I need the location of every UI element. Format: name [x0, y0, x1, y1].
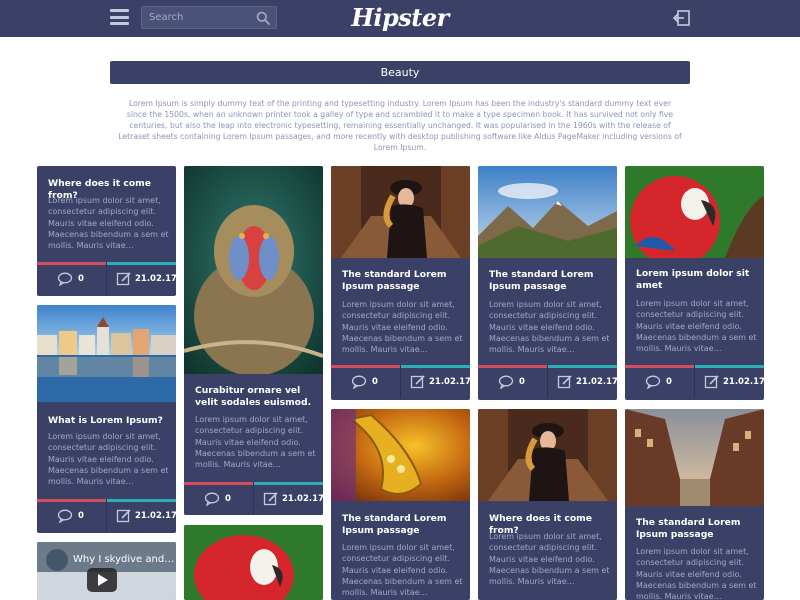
comments-button[interactable]: 0: [478, 365, 547, 398]
edit-button[interactable]: 21.02.17: [401, 365, 470, 398]
card-excerpt: Lorem ipsum dolor sit amet, consectetur …: [489, 532, 610, 587]
edit-icon: [263, 492, 278, 506]
comment-icon: [204, 492, 220, 506]
card-title[interactable]: The standard Lorem Ipsum passage: [342, 513, 462, 537]
edit-icon: [557, 375, 572, 389]
card-image[interactable]: [625, 409, 764, 506]
edit-icon: [410, 375, 425, 389]
card-excerpt: Lorem ipsum dolor sit amet, consectetur …: [636, 299, 757, 354]
mountains-image: [478, 166, 617, 258]
post-card[interactable]: The standard Lorem Ipsum passage Lorem i…: [625, 409, 764, 600]
post-card[interactable]: Curabitur ornare vel velit sodales euism…: [184, 166, 323, 515]
parrot-image: [625, 166, 764, 258]
comments-button[interactable]: 0: [625, 365, 694, 398]
card-title[interactable]: Lorem ipsum dolor sit amet: [636, 268, 756, 292]
post-card[interactable]: Lorem ipsum dolor sit amet Lorem ipsum d…: [625, 166, 764, 400]
post-card[interactable]: What is Lorem Ipsum? Lorem ipsum dolor s…: [37, 305, 176, 533]
woman-staircase-image: [478, 409, 617, 501]
logo[interactable]: Hipster: [330, 1, 470, 35]
card-excerpt: Lorem ipsum dolor sit amet, consectetur …: [195, 415, 316, 470]
card-excerpt: Lorem ipsum dolor sit amet, consectetur …: [342, 300, 463, 355]
top-bar: Hipster: [0, 0, 800, 37]
edit-button[interactable]: 21.02.17: [107, 499, 176, 532]
lake-town-image: [37, 305, 176, 402]
comments-button[interactable]: 0: [37, 499, 106, 532]
card-image[interactable]: [331, 166, 470, 258]
card-image[interactable]: [331, 409, 470, 501]
comment-icon: [498, 375, 514, 389]
card-title[interactable]: The standard Lorem Ipsum passage: [489, 269, 609, 293]
menu-icon[interactable]: [110, 9, 129, 25]
card-excerpt: Lorem ipsum dolor sit amet, consectetur …: [489, 300, 610, 355]
edit-button[interactable]: 21.02.17: [254, 482, 323, 515]
comment-count: 0: [372, 377, 378, 387]
card-footer: 0 21.02.17: [331, 365, 470, 398]
edit-icon: [116, 509, 131, 523]
video-card[interactable]: Why I skydive and…: [37, 542, 176, 600]
card-image[interactable]: [478, 166, 617, 258]
canal-buildings-image: [625, 409, 764, 506]
post-date: 21.02.17: [429, 377, 470, 387]
search-box[interactable]: [141, 6, 277, 29]
post-card[interactable]: The standard Lorem Ipsum passage Lorem i…: [478, 166, 617, 400]
card-image[interactable]: [37, 305, 176, 402]
category-bar: Beauty: [110, 61, 690, 84]
edit-button[interactable]: 21.02.17: [107, 262, 176, 295]
post-card[interactable]: The standard Lorem Ipsum passage Lorem i…: [331, 166, 470, 400]
card-footer: 0 21.02.17: [37, 499, 176, 532]
card-image[interactable]: [625, 166, 764, 258]
edit-button[interactable]: 21.02.17: [548, 365, 617, 398]
comments-button[interactable]: 0: [37, 262, 106, 295]
saxophone-image: [331, 409, 470, 501]
card-footer: 0 21.02.17: [478, 365, 617, 398]
card-footer: 0 21.02.17: [184, 482, 323, 515]
card-title[interactable]: What is Lorem Ipsum?: [48, 415, 168, 427]
post-card[interactable]: [184, 525, 323, 600]
comment-count: 0: [78, 274, 84, 284]
card-title[interactable]: The standard Lorem Ipsum passage: [342, 269, 462, 293]
edit-icon: [704, 375, 719, 389]
comment-count: 0: [519, 377, 525, 387]
comments-button[interactable]: 0: [331, 365, 400, 398]
intro-text: Lorem Ipsum is simply dummy text of the …: [118, 99, 682, 152]
comment-icon: [645, 375, 661, 389]
post-date: 21.02.17: [135, 274, 176, 284]
post-date: 21.02.17: [135, 511, 176, 521]
post-card[interactable]: Where does it come from? Lorem ipsum dol…: [478, 409, 617, 600]
comment-count: 0: [78, 511, 84, 521]
comment-icon: [351, 375, 367, 389]
video-title[interactable]: Why I skydive and…: [73, 554, 174, 565]
card-excerpt: Lorem ipsum dolor sit amet, consectetur …: [48, 432, 169, 487]
comment-count: 0: [666, 377, 672, 387]
card-excerpt: Lorem ipsum dolor sit amet, consectetur …: [48, 196, 169, 251]
search-icon[interactable]: [256, 11, 270, 25]
edit-button[interactable]: 21.02.17: [695, 365, 764, 398]
search-input[interactable]: [149, 10, 253, 25]
card-footer: 0 21.02.17: [625, 365, 764, 398]
card-image[interactable]: [184, 166, 323, 374]
woman-staircase-image: [331, 166, 470, 258]
card-title[interactable]: Curabitur ornare vel velit sodales euism…: [195, 385, 315, 409]
mandrill-image: [184, 166, 323, 374]
comment-icon: [57, 272, 73, 286]
post-date: 21.02.17: [576, 377, 617, 387]
card-footer: 0 21.02.17: [37, 262, 176, 295]
post-card[interactable]: The standard Lorem Ipsum passage Lorem i…: [331, 409, 470, 600]
comments-button[interactable]: 0: [184, 482, 253, 515]
post-date: 21.02.17: [282, 494, 323, 504]
post-date: 21.02.17: [723, 377, 764, 387]
post-card[interactable]: Where does it come from? Lorem ipsum dol…: [37, 166, 176, 296]
card-image[interactable]: [478, 409, 617, 501]
play-icon[interactable]: [87, 568, 117, 592]
comment-count: 0: [225, 494, 231, 504]
comment-icon: [57, 509, 73, 523]
parrot-image[interactable]: [184, 525, 323, 600]
edit-icon: [116, 272, 131, 286]
card-excerpt: Lorem ipsum dolor sit amet, consectetur …: [342, 543, 463, 598]
card-excerpt: Lorem ipsum dolor sit amet, consectetur …: [636, 547, 757, 600]
card-title[interactable]: The standard Lorem Ipsum passage: [636, 517, 756, 541]
logout-icon[interactable]: [673, 9, 691, 27]
